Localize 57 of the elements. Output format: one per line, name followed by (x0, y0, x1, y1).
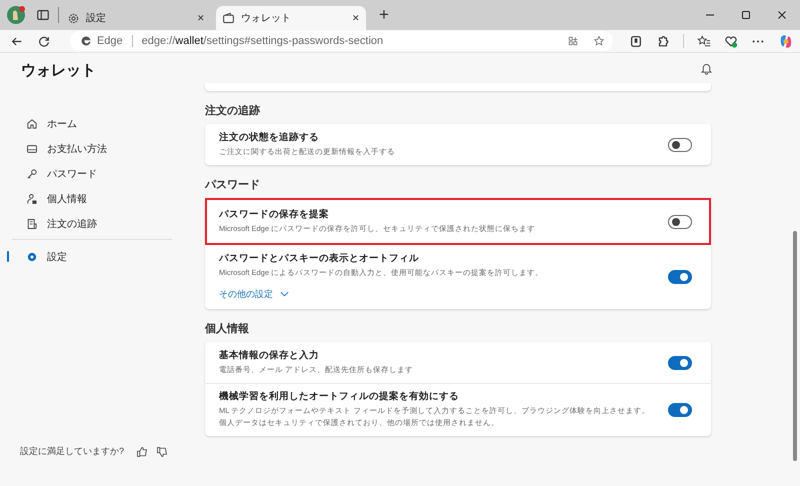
tab-title: 設定 (86, 12, 107, 25)
site-label: Edge (96, 35, 123, 47)
key-icon (26, 168, 38, 180)
profile-icon[interactable] (6, 5, 26, 25)
close-icon[interactable]: ✕ (352, 13, 360, 23)
feedback-question: 設定に満足していますか? (20, 445, 124, 458)
page-title: ウォレット (20, 61, 97, 81)
person-lock-icon (26, 192, 38, 204)
receipt-icon (26, 218, 38, 230)
puzzle-icon[interactable] (656, 34, 670, 48)
section-heading: 注文の追跡 (205, 104, 261, 118)
thumbs-up-icon[interactable] (136, 446, 148, 458)
notification-bell-icon[interactable] (700, 62, 713, 74)
chevron-down-icon (280, 291, 289, 297)
wallet-icon (222, 12, 235, 24)
card-icon (26, 142, 38, 154)
close-icon[interactable] (776, 9, 788, 21)
address-bar[interactable]: Edge edge://wallet/settings#settings-passwords-section (70, 31, 614, 51)
toggle-switch[interactable] (668, 138, 692, 152)
maximize-icon[interactable] (740, 9, 752, 21)
favorites-icon[interactable] (697, 34, 712, 48)
toggle-switch[interactable] (668, 402, 692, 416)
copilot-icon[interactable] (778, 32, 794, 50)
sidebar-item[interactable]: パスワード (7, 161, 172, 186)
section-heading: パスワード (205, 178, 261, 192)
toggle-switch[interactable] (668, 356, 692, 370)
sidebar-item[interactable]: 設定 (7, 244, 172, 269)
heart-check-icon[interactable] (724, 34, 738, 48)
setting-title: パスワードの保存を提案 (219, 208, 330, 221)
sidebar-item[interactable]: 個人情報 (7, 186, 172, 211)
sidebar-item[interactable]: 注文の追跡 (7, 211, 172, 236)
scrollbar-thumb[interactable] (793, 231, 797, 461)
grid-icon[interactable] (567, 35, 580, 47)
new-tab-button[interactable]: + (379, 5, 389, 25)
close-icon[interactable]: ✕ (197, 13, 205, 23)
url-text: edge://wallet/settings#settings-passwords-section (142, 35, 384, 47)
sidebar-item[interactable]: ホーム (7, 111, 172, 136)
sidebar-item[interactable]: お支払い方法 (7, 136, 172, 161)
section-heading: 個人情報 (205, 322, 250, 336)
browser-tab[interactable]: ウォレット ✕ (216, 6, 366, 30)
tab-actions-icon[interactable] (36, 8, 50, 22)
thumbs-down-icon[interactable] (156, 446, 168, 458)
tab-title: ウォレット (241, 12, 292, 25)
toggle-switch[interactable] (668, 214, 692, 228)
extension-icon[interactable] (629, 34, 644, 48)
setting-title: 基本情報の保存と入力 (219, 349, 320, 362)
star-icon[interactable] (593, 35, 606, 47)
home-icon (26, 118, 38, 130)
setting-title: 注文の状態を追跡する (219, 131, 320, 144)
setting-title: パスワードとパスキーの表示とオートフィル (219, 252, 420, 265)
toggle-switch[interactable] (668, 270, 692, 284)
gear-icon (67, 12, 80, 24)
more-settings-link[interactable]: その他の設定 (219, 288, 289, 301)
gear-icon (26, 250, 38, 262)
browser-tab[interactable]: 設定 ✕ (61, 6, 211, 30)
setting-title: 機械学習を利用したオートフィルの提案を有効にする (219, 390, 460, 403)
edge-logo-icon (80, 35, 92, 47)
